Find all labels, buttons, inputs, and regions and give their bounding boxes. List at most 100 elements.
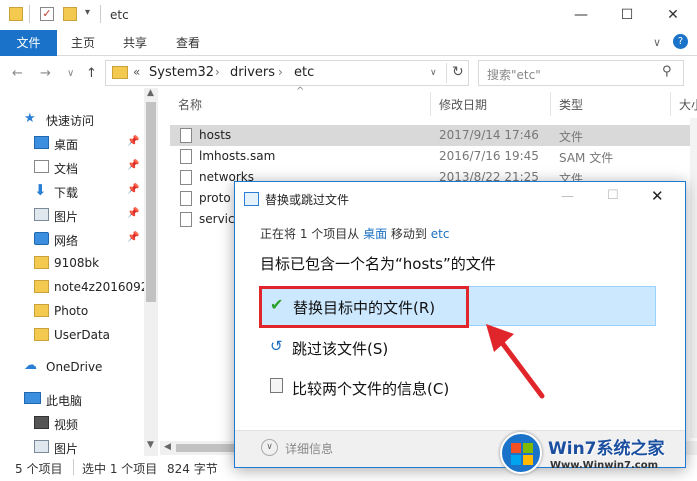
search-input[interactable]: 搜索"etc" [487, 66, 541, 83]
nav-scrollbar[interactable]: ▲ ▼ [144, 88, 158, 456]
breadcrumb-overflow[interactable]: « [133, 65, 140, 79]
forward-arrow-icon[interactable]: → [40, 66, 51, 81]
divider [670, 92, 671, 116]
nav-label: 此电脑 [46, 394, 83, 408]
nav-item-downloads[interactable]: ⬇ 下载 📌 [0, 180, 145, 204]
scrollbar-thumb[interactable] [146, 102, 156, 302]
nav-quick-access[interactable]: ★ 快速访问 [0, 108, 145, 132]
nav-item-folder[interactable]: UserData [0, 324, 145, 348]
back-arrow-icon[interactable]: ← [12, 66, 23, 81]
folder-icon [34, 304, 49, 317]
column-header-type[interactable]: 类型 [559, 96, 583, 113]
maximize-button[interactable]: ☐ [604, 0, 650, 30]
table-row[interactable]: hosts 2017/9/14 17:46 文件 [170, 125, 697, 146]
skip-option[interactable]: ↺ 跳过该文件(S) [260, 328, 656, 368]
file-icon [180, 191, 192, 206]
search-box[interactable]: 搜索"etc" ⚲ [478, 60, 684, 86]
breadcrumb-drivers[interactable]: drivers [230, 65, 275, 80]
tab-home[interactable]: 主页 [62, 30, 104, 56]
source-link[interactable]: 桌面 [363, 227, 387, 241]
folder-icon [112, 66, 128, 79]
nav-item-documents[interactable]: 文档 📌 [0, 156, 145, 180]
nav-item-videos[interactable]: 视频 [0, 412, 145, 436]
properties-icon[interactable]: ✓ [40, 7, 54, 21]
nav-onedrive[interactable]: ☁ OneDrive [0, 356, 145, 380]
watermark-url: Www.Winwin7.com [550, 460, 659, 471]
close-button[interactable]: ✕ [650, 0, 696, 30]
logo-tile [523, 455, 533, 465]
scroll-left-icon[interactable]: ◀ [164, 442, 171, 452]
column-header-name[interactable]: 名称 [178, 96, 202, 113]
file-date: 2017/9/14 17:46 [439, 128, 539, 142]
breadcrumb-separator-icon[interactable]: › [278, 65, 283, 79]
skip-icon: ↺ [270, 337, 283, 355]
column-header-size[interactable]: 大小 [679, 96, 697, 113]
details-toggle[interactable]: 详细信息 [285, 440, 333, 457]
network-icon [34, 232, 49, 245]
tab-view[interactable]: 查看 [167, 30, 209, 56]
description-text: 移动到 [387, 227, 431, 241]
picture-icon [34, 208, 49, 221]
minimize-button[interactable]: — [561, 189, 574, 204]
refresh-icon[interactable]: ↻ [452, 64, 464, 80]
ribbon-tabs: 文件 主页 共享 查看 ∨ ? [0, 30, 697, 56]
cloud-icon: ☁ [24, 358, 37, 373]
logo-tile [511, 455, 521, 465]
file-list-scrollbar[interactable] [690, 118, 697, 438]
breadcrumb-system32[interactable]: System32 [149, 65, 214, 80]
divider [430, 92, 431, 116]
close-button[interactable]: ✕ [651, 187, 664, 205]
minimize-button[interactable]: — [558, 0, 604, 30]
tab-file[interactable]: 文件 [0, 30, 57, 56]
nav-item-network[interactable]: 网络 📌 [0, 228, 145, 252]
new-folder-icon[interactable] [63, 7, 77, 21]
file-icon [180, 128, 192, 143]
scroll-up-icon[interactable]: ▲ [147, 88, 154, 98]
recent-dropdown-icon[interactable]: ∨ [67, 68, 74, 79]
destination-link[interactable]: etc [431, 227, 450, 241]
address-dropdown-icon[interactable]: ∨ [430, 68, 437, 78]
maximize-button[interactable]: ☐ [607, 188, 619, 203]
qat-dropdown-icon[interactable]: ▾ [85, 7, 90, 18]
nav-item-folder[interactable]: Photo [0, 300, 145, 324]
video-icon [34, 416, 49, 429]
file-type: 文件 [559, 130, 584, 144]
watermark-logo: Win7系统之家 Www.Winwin7.com [496, 428, 697, 481]
title-bar: ✓ ▾ etc — ☐ ✕ [0, 0, 697, 30]
search-icon[interactable]: ⚲ [662, 64, 672, 79]
help-icon[interactable]: ? [673, 34, 688, 49]
address-bar[interactable]: « System32 › drivers › etc ∨ ↻ [105, 60, 469, 86]
up-arrow-icon[interactable]: ↑ [86, 66, 97, 81]
nav-this-pc[interactable]: 此电脑 [0, 388, 145, 412]
skip-label: 跳过该文件(S) [292, 340, 389, 358]
windows-logo-icon [500, 432, 542, 474]
pin-icon[interactable]: 📌 [127, 136, 139, 147]
nav-label: 网络 [54, 234, 79, 248]
nav-item-pictures[interactable]: 图片 📌 [0, 204, 145, 228]
pin-icon[interactable]: 📌 [127, 208, 139, 219]
pin-icon[interactable]: 📌 [127, 232, 139, 243]
breadcrumb-separator-icon[interactable]: › [215, 65, 220, 79]
pin-icon[interactable]: 📌 [127, 184, 139, 195]
computer-icon [24, 392, 41, 404]
nav-item-folder[interactable]: 9108bk [0, 252, 145, 276]
scroll-down-icon[interactable]: ▼ [147, 440, 154, 450]
nav-item-desktop[interactable]: 桌面 📌 [0, 132, 145, 156]
red-arrow-annotation [486, 324, 545, 399]
breadcrumb-etc[interactable]: etc [294, 65, 314, 80]
nav-item-folder[interactable]: note4z2016092 [0, 276, 148, 300]
expand-details-icon[interactable]: ∨ [261, 439, 278, 456]
tab-share[interactable]: 共享 [114, 30, 156, 56]
file-icon [180, 170, 192, 185]
nav-label: 图片 [54, 442, 79, 456]
compare-option[interactable]: 比较两个文件的信息(C) [260, 368, 656, 408]
table-row[interactable]: lmhosts.sam 2016/7/16 19:45 SAM 文件 [170, 146, 697, 167]
divider [550, 92, 551, 116]
pin-icon[interactable]: 📌 [127, 160, 139, 171]
nav-item-pictures[interactable]: 图片 [0, 436, 145, 456]
document-icon [34, 160, 49, 173]
file-name: lmhosts.sam [199, 149, 276, 163]
logo-tile [511, 443, 521, 453]
column-header-date[interactable]: 修改日期 [439, 96, 487, 113]
collapse-ribbon-icon[interactable]: ∨ [653, 36, 661, 49]
